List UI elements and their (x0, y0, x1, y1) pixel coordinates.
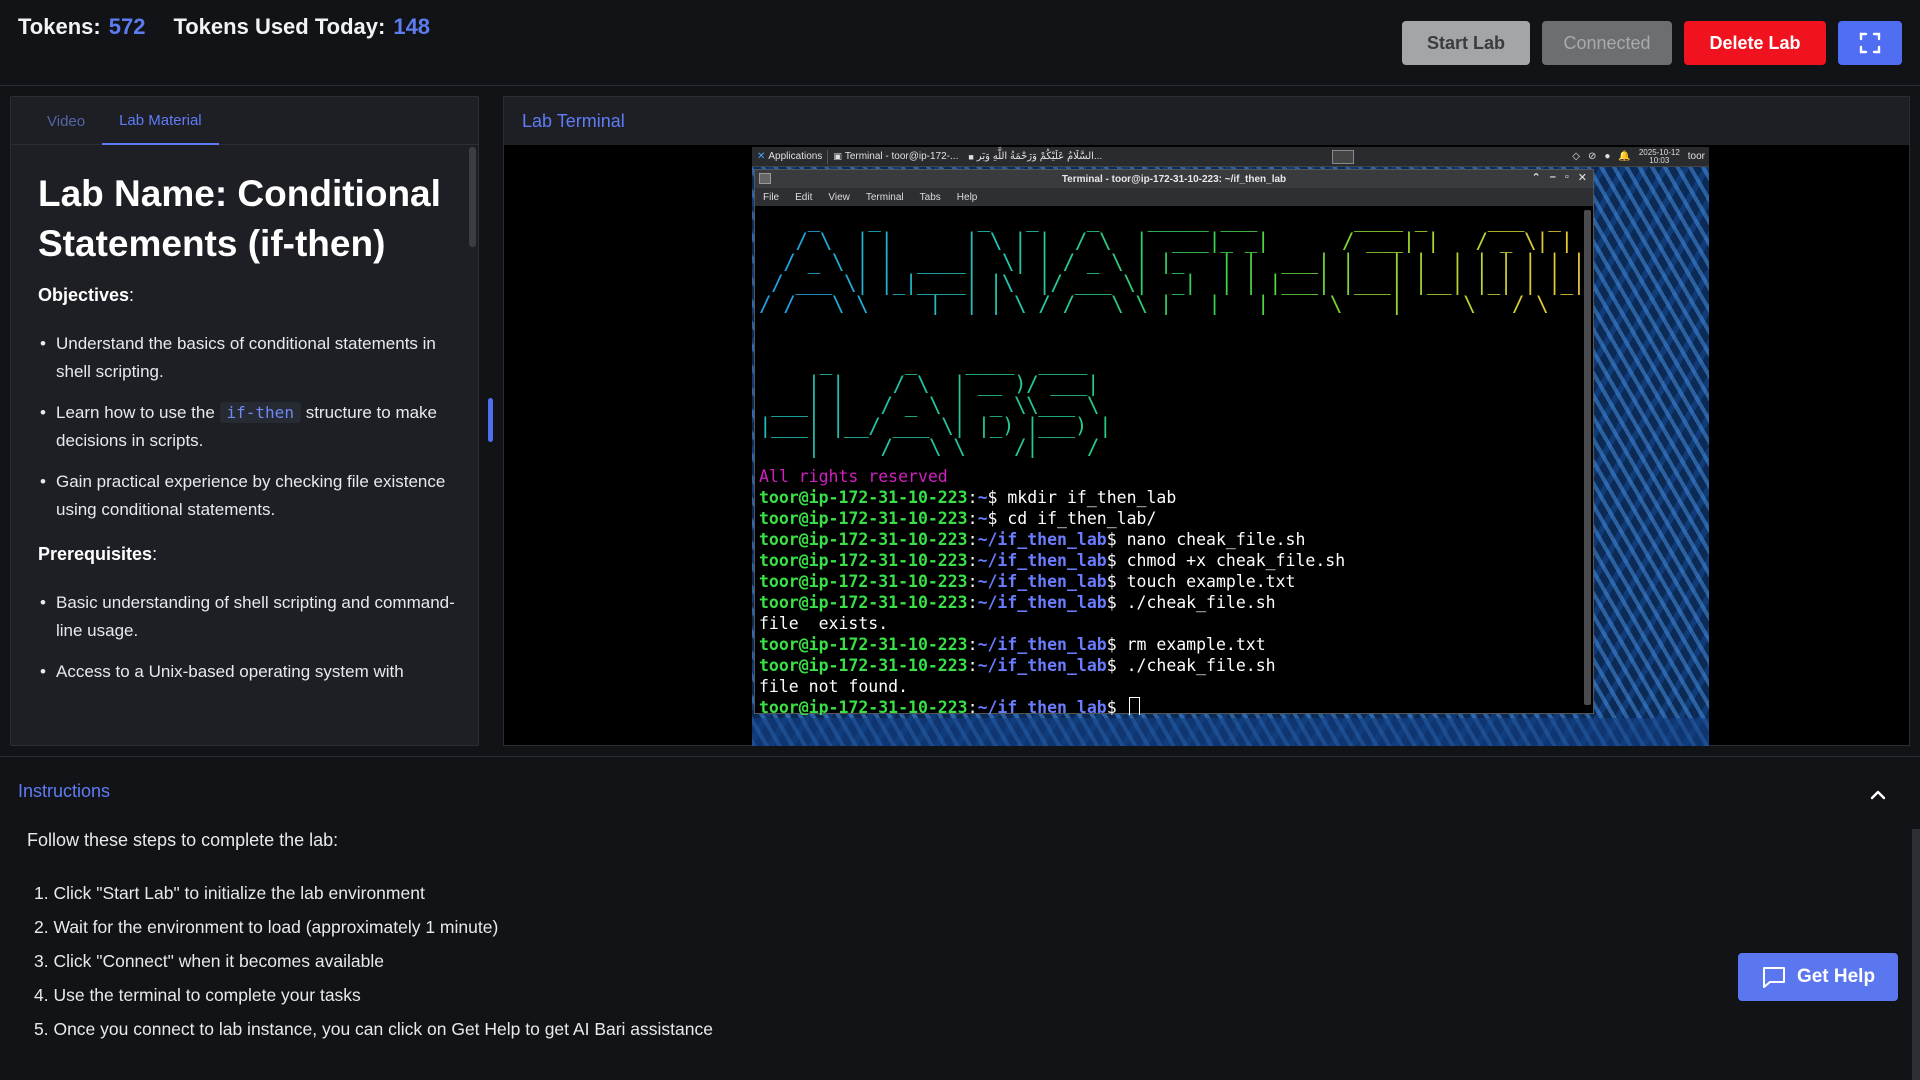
objectives-heading: Objectives: (38, 285, 135, 305)
close-icon[interactable]: ✕ (1578, 171, 1587, 184)
tokens-stat: Tokens: 572 (18, 14, 145, 40)
mute-icon[interactable]: ⊘ (1588, 151, 1596, 162)
token-stats: Tokens: 572 Tokens Used Today: 148 (18, 14, 430, 40)
panel-resize-handle[interactable] (488, 398, 493, 442)
applications-menu[interactable]: ✕ Applications (752, 151, 827, 162)
panel-user[interactable]: toor (1688, 151, 1705, 162)
maximize-icon[interactable]: ▫ (1565, 171, 1569, 184)
lab-terminal-title: Lab Terminal (504, 97, 1909, 145)
list-item: 3. Click "Connect" when it becomes avail… (34, 951, 384, 971)
start-lab-button[interactable]: Start Lab (1402, 21, 1530, 65)
tokens-used-value: 148 (393, 14, 431, 39)
menu-edit[interactable]: Edit (795, 192, 812, 203)
tab-lab-material[interactable]: Lab Material (102, 97, 219, 145)
list-item: 4. Use the terminal to complete your tas… (34, 985, 361, 1005)
list-item: Learn how to use the if-then structure t… (38, 399, 458, 455)
connected-button[interactable]: Connected (1542, 21, 1672, 65)
window-up-icon[interactable]: ⌃ (1532, 171, 1541, 184)
prerequisites-list: Basic understanding of shell scripting a… (38, 589, 458, 686)
terminal-menubar: File Edit View Terminal Tabs Help (755, 188, 1593, 206)
desktop-bottom-strip (752, 718, 1709, 746)
top-bar: Tokens: 572 Tokens Used Today: 148 Start L… (0, 0, 1920, 86)
ascii-banner-labs: _ _ ____ ____ | | / \ | __ )/ ___| ___| … (759, 353, 1589, 458)
terminal-window-titlebar[interactable]: Terminal - toor@ip-172-31-10-223: ~/if_t… (755, 170, 1593, 188)
list-item: Gain practical experience by checking fi… (38, 468, 458, 524)
tokens-used-stat: Tokens Used Today: 148 (173, 14, 430, 40)
workspace-switcher[interactable] (1327, 149, 1359, 164)
network-icon[interactable]: ◇ (1572, 151, 1580, 162)
instructions-title[interactable]: Instructions (18, 781, 110, 802)
instructions-intro: Follow these steps to complete the lab: (27, 830, 339, 850)
terminal-output[interactable]: _ _ _ _ _ _____ ___ ____ _ ___ _ _ ____ … (755, 206, 1593, 715)
terminal-output-line: file not found. (759, 677, 909, 696)
desktop-top-panel: ✕ Applications ▣ Terminal - toor@ip-172-… (752, 147, 1709, 167)
minimize-icon[interactable]: – (1550, 171, 1556, 184)
menu-tabs[interactable]: Tabs (920, 192, 941, 203)
terminal-line: toor@ip-172-31-10-223:~/if_then_lab$ ./c… (759, 656, 1276, 675)
fullscreen-icon (1859, 32, 1881, 54)
lab-title: Lab Name: Conditional Statements (if-the… (38, 173, 441, 264)
list-item: 2. Wait for the environment to load (app… (34, 917, 499, 937)
inline-code: if-then (219, 402, 301, 423)
menu-file[interactable]: File (763, 192, 779, 203)
lab-material-panel: Video Lab Material Lab Name: Conditional… (10, 96, 479, 746)
terminal-app-icon (759, 173, 771, 184)
list-item: Basic understanding of shell scripting a… (38, 589, 458, 645)
terminal-line: toor@ip-172-31-10-223:~/if_then_lab$ nan… (759, 530, 1306, 549)
terminal-line: toor@ip-172-31-10-223:~/if_then_lab$ chm… (759, 551, 1346, 570)
list-item: Understand the basics of conditional sta… (38, 330, 458, 386)
list-item: 1. Click "Start Lab" to initialize the l… (34, 883, 425, 903)
lab-actions: Start Lab Connected Delete Lab (1402, 21, 1902, 65)
get-help-label: Get Help (1796, 966, 1876, 987)
window-controls: ⌃ – ▫ ✕ (1532, 171, 1587, 184)
terminal-window-title: Terminal - toor@ip-172-31-10-223: ~/if_t… (1061, 173, 1287, 185)
menu-view[interactable]: View (828, 192, 850, 203)
tokens-used-label: Tokens Used Today: (173, 14, 386, 39)
window-icon: ■ (968, 151, 974, 162)
chevron-up-icon (1870, 790, 1886, 800)
terminal-line: toor@ip-172-31-10-223:~$ cd if_then_lab/ (759, 509, 1157, 528)
material-scrollbar[interactable] (469, 147, 476, 247)
taskbar-terminal[interactable]: ▣ Terminal - toor@ip-172-... (828, 151, 963, 162)
terminal-line: toor@ip-172-31-10-223:~/if_then_lab$ ./c… (759, 593, 1276, 612)
fullscreen-button[interactable] (1838, 21, 1902, 65)
panel-clock: 2025-10-12 10:03 (1638, 147, 1680, 165)
instructions-steps: 1. Click "Start Lab" to initialize the l… (34, 876, 713, 1046)
menu-help[interactable]: Help (957, 192, 978, 203)
terminal-cursor (1128, 697, 1140, 715)
menu-terminal[interactable]: Terminal (866, 192, 904, 203)
rights-reserved-line: All rights reserved (759, 467, 948, 486)
tokens-label: Tokens: (18, 14, 101, 39)
instructions-scrollbar[interactable] (1912, 829, 1920, 1080)
taskbar-arabic[interactable]: ■ السَّلَامُ عَلَيْكُمْ وَرَحْمَةُ اللَّ… (963, 151, 1107, 162)
material-content: Lab Name: Conditional Statements (if-the… (38, 161, 458, 706)
get-help-button[interactable]: Get Help (1738, 953, 1898, 1001)
terminal-output-line: file exists. (759, 614, 889, 633)
chat-icon (1762, 967, 1785, 988)
objectives-list: Understand the basics of conditional sta… (38, 330, 458, 524)
terminal-icon: ▣ (833, 151, 842, 161)
system-tray: ◇ ⊘ ● 🔔 2025-10-12 10:03 toor (1572, 147, 1709, 165)
material-tabs: Video Lab Material (11, 97, 478, 145)
xfce-logo-icon: ✕ (757, 151, 766, 162)
remote-desktop[interactable]: ✕ Applications ▣ Terminal - toor@ip-172-… (752, 147, 1709, 746)
bell-icon[interactable]: 🔔 (1618, 151, 1630, 162)
terminal-line: toor@ip-172-31-10-223:~/if_then_lab$ tou… (759, 572, 1296, 591)
terminal-prompt-line[interactable]: toor@ip-172-31-10-223:~/if_then_lab$ (759, 697, 1589, 715)
ascii-banner-al-nafi-cloud: _ _ _ _ _ _____ ___ ____ _ ___ _ _ ____ … (759, 208, 1593, 316)
list-item: 5. Once you connect to lab instance, you… (34, 1019, 713, 1039)
instructions-panel: Instructions Follow these steps to compl… (0, 756, 1920, 1080)
list-item: Access to a Unix-based operating system … (38, 658, 458, 686)
delete-lab-button[interactable]: Delete Lab (1684, 21, 1826, 65)
tab-video[interactable]: Video (30, 97, 102, 145)
prerequisites-heading: Prerequisites: (38, 544, 158, 564)
tokens-value: 572 (108, 14, 146, 39)
collapse-button[interactable] (1864, 781, 1892, 809)
terminal-window[interactable]: Terminal - toor@ip-172-31-10-223: ~/if_t… (754, 169, 1594, 715)
terminal-line: toor@ip-172-31-10-223:~/if_then_lab$ rm … (759, 635, 1266, 654)
lab-terminal-panel: Lab Terminal ✕ Applications ▣ Terminal -… (503, 96, 1910, 746)
terminal-scrollbar[interactable] (1584, 210, 1591, 705)
terminal-line: toor@ip-172-31-10-223:~$ mkdir if_then_l… (759, 488, 1177, 507)
info-icon[interactable]: ● (1604, 151, 1610, 162)
